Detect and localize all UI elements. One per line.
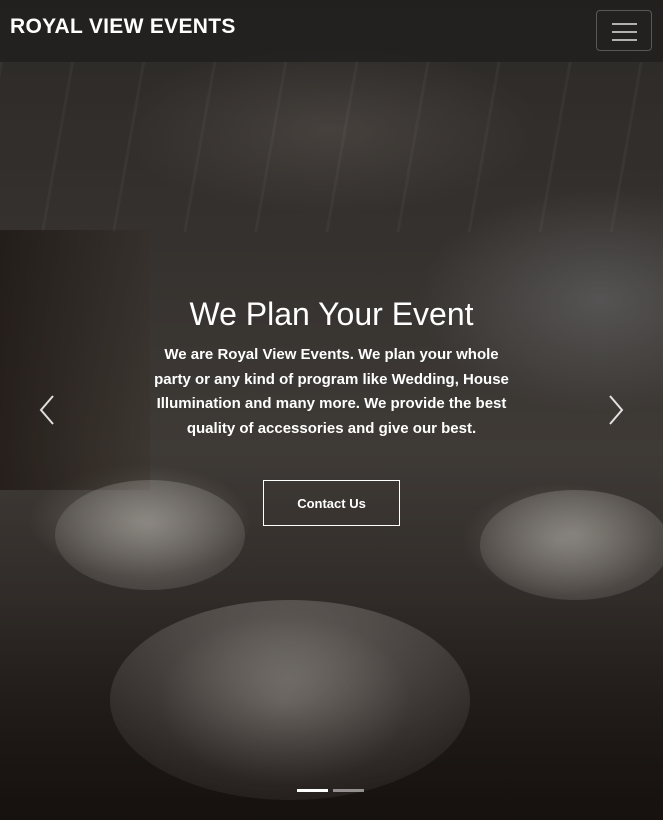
hamburger-menu-icon [612, 39, 637, 41]
chevron-right-icon [609, 395, 624, 425]
hamburger-menu-icon [612, 23, 637, 25]
navbar: ROYAL VIEW EVENTS [0, 0, 663, 62]
carousel-indicators [297, 789, 364, 795]
carousel-caption: We Plan Your Event We are Royal View Eve… [150, 290, 513, 441]
hero-description: We are Royal View Events. We plan your w… [154, 346, 509, 437]
carousel-prev-button[interactable] [33, 392, 63, 428]
chevron-left-icon [39, 395, 54, 425]
hamburger-menu-icon [612, 31, 637, 33]
carousel-indicator-1[interactable] [297, 789, 328, 792]
carousel-next-button[interactable] [600, 392, 630, 428]
navbar-toggle-button[interactable] [596, 10, 652, 51]
carousel-indicator-2[interactable] [333, 789, 364, 792]
brand-logo-text[interactable]: ROYAL VIEW EVENTS [10, 15, 236, 39]
contact-us-button[interactable]: Contact Us [263, 480, 400, 526]
hero-title: We Plan Your Event [189, 296, 474, 332]
